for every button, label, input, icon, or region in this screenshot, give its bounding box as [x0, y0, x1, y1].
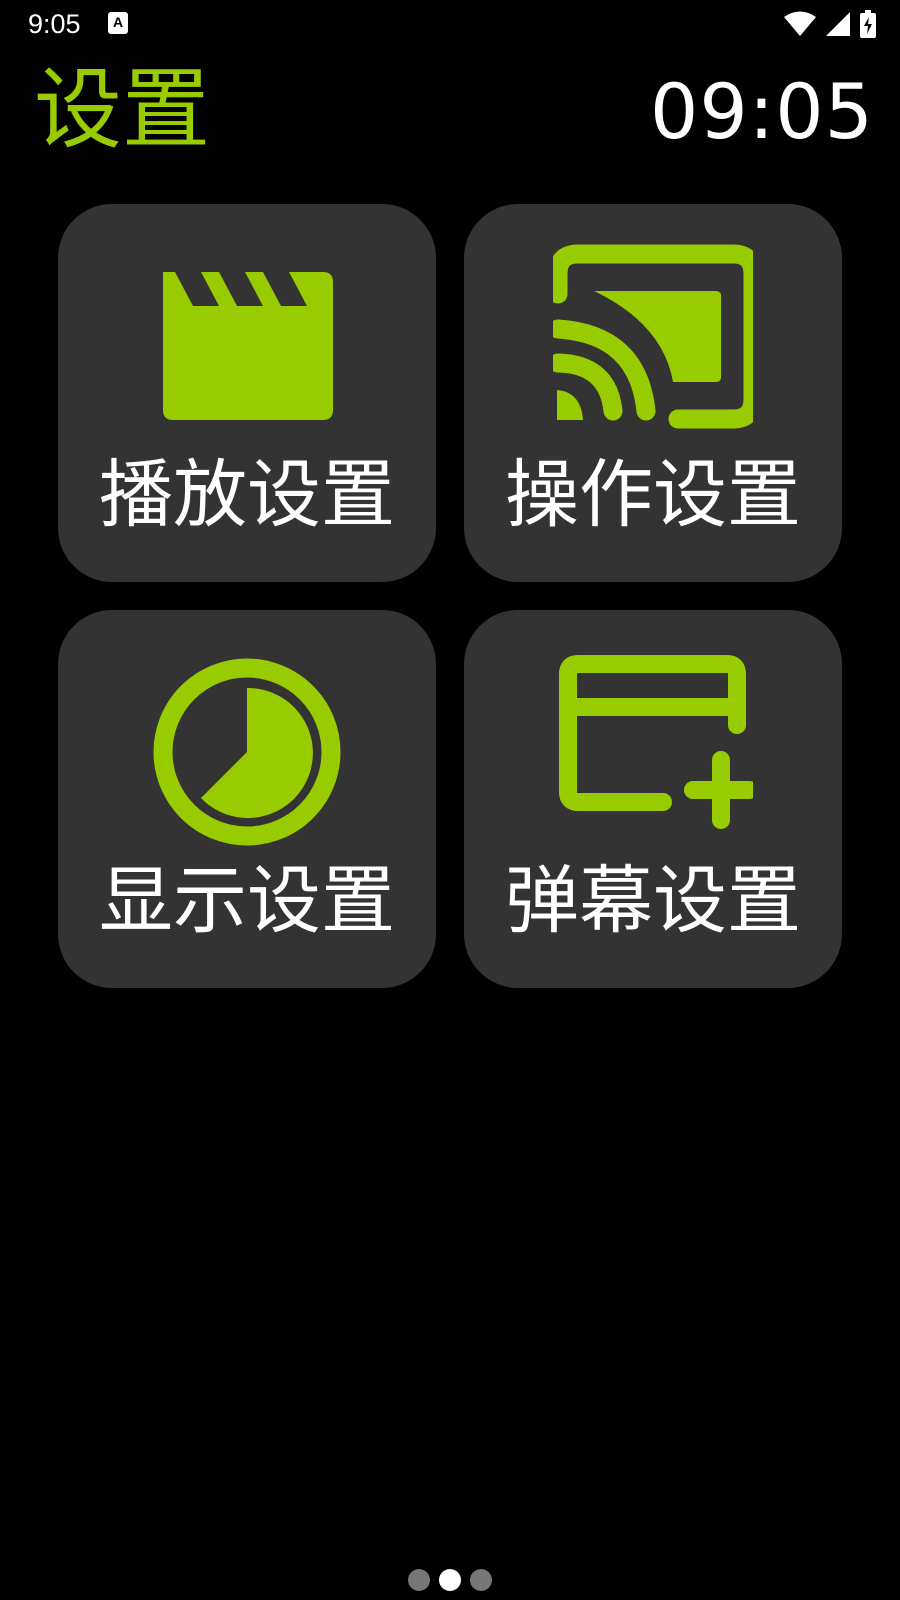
status-bar: 9:05 A: [0, 0, 900, 48]
display-settings-button[interactable]: 显示设置: [58, 610, 436, 988]
svg-text:A: A: [113, 14, 123, 30]
cell-signal-icon: [826, 12, 850, 36]
operation-settings-label: 操作设置: [505, 452, 801, 538]
wifi-icon: [784, 11, 816, 36]
page-dot[interactable]: [470, 1569, 492, 1591]
display-settings-label: 显示设置: [99, 858, 395, 944]
danmaku-settings-button[interactable]: 弹幕设置: [464, 610, 842, 988]
status-time: 9:05: [28, 9, 81, 39]
clock: 09:05: [649, 67, 874, 156]
notification-a-icon: A: [108, 12, 128, 34]
playback-settings-label: 播放设置: [99, 452, 395, 538]
page-dot[interactable]: [408, 1569, 430, 1591]
danmaku-settings-label: 弹幕设置: [505, 858, 801, 944]
operation-settings-button[interactable]: 操作设置: [464, 204, 842, 582]
timer-icon: [153, 658, 341, 846]
cast-icon: [553, 244, 753, 429]
playback-settings-button[interactable]: 播放设置: [58, 204, 436, 582]
subtitle-add-icon: [559, 655, 753, 829]
status-icons: [784, 10, 876, 38]
page-dot-active[interactable]: [439, 1569, 461, 1591]
battery-charging-icon: [860, 10, 876, 38]
page-title: 设置: [34, 58, 211, 161]
page-indicator: [0, 1568, 900, 1592]
clapperboard-icon: [163, 272, 333, 420]
